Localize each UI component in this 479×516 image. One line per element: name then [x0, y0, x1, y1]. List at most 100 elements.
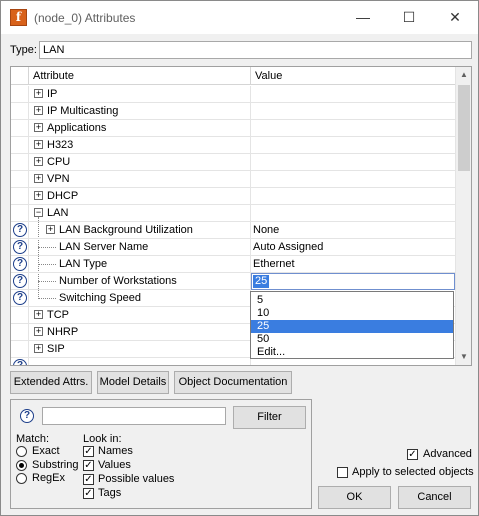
attribute-row-vpn[interactable]: + VPN [11, 171, 455, 188]
expand-icon[interactable]: + [34, 106, 43, 115]
search-panel: ? Filter Match: Exact Substring RegEx Lo… [10, 399, 312, 509]
tree-connector [38, 281, 56, 282]
attribute-row-partial: ? [11, 358, 455, 365]
editor-value: 25 [253, 275, 270, 288]
help-icon[interactable]: ? [13, 240, 27, 254]
dropdown-option-edit[interactable]: Edit... [251, 346, 453, 359]
attribute-value[interactable]: Auto Assigned [251, 239, 455, 255]
header-attribute[interactable]: Attribute [29, 67, 251, 85]
attribute-row-cpu[interactable]: + CPU [11, 154, 455, 171]
attribute-row-applications[interactable]: + Applications [11, 120, 455, 137]
attribute-row-dhcp[interactable]: + DHCP [11, 188, 455, 205]
dropdown-option-50[interactable]: 50 [251, 333, 453, 346]
attribute-label: NHRP [47, 326, 79, 338]
scroll-up-icon[interactable]: ▲ [456, 67, 471, 83]
tags-checkbox[interactable]: ✓ [83, 488, 94, 499]
help-icon[interactable]: ? [13, 274, 27, 288]
apply-selected-label: Apply to selected objects [352, 466, 474, 478]
header-gutter [11, 67, 29, 85]
attribute-row-lan-type[interactable]: ? LAN Type Ethernet [11, 256, 455, 273]
names-label: Names [98, 445, 133, 457]
values-checkbox[interactable]: ✓ [83, 460, 94, 471]
match-substring-label: Substring [32, 459, 79, 471]
attribute-label: LAN Server Name [59, 241, 149, 253]
dropdown-option-25[interactable]: 25 [251, 320, 453, 333]
app-logo-icon: f [10, 9, 27, 26]
scroll-down-icon[interactable]: ▼ [456, 349, 471, 365]
help-icon[interactable]: ? [13, 291, 27, 305]
dropdown-option-5[interactable]: 5 [251, 294, 453, 307]
help-icon[interactable]: ? [20, 409, 34, 423]
type-label: Type: [10, 44, 37, 56]
attributes-dialog: f (node_0) Attributes — ☐ ✕ Type: LAN At… [0, 0, 479, 516]
names-checkbox[interactable]: ✓ [83, 446, 94, 457]
advanced-label: Advanced [423, 448, 472, 460]
model-details-button[interactable]: Model Details [97, 371, 169, 394]
help-icon[interactable]: ? [13, 223, 27, 237]
attribute-label: H323 [47, 139, 74, 151]
maximize-button[interactable]: ☐ [386, 1, 432, 34]
filter-button[interactable]: Filter [233, 406, 306, 429]
tree-connector [38, 264, 56, 265]
object-documentation-button[interactable]: Object Documentation [174, 371, 292, 394]
workstations-dropdown-list[interactable]: 5 10 25 50 Edit... [250, 291, 454, 359]
search-input[interactable] [42, 407, 226, 425]
expand-icon[interactable]: + [46, 225, 55, 234]
expand-icon[interactable]: + [34, 344, 43, 353]
match-regex-label: RegEx [32, 472, 66, 484]
match-label: Match: [16, 433, 50, 445]
minimize-button[interactable]: — [340, 1, 386, 34]
apply-selected-checkbox[interactable] [337, 467, 348, 478]
expand-icon[interactable]: + [34, 310, 43, 319]
workstations-value-editor[interactable]: 25 [251, 273, 455, 290]
attribute-row-ip[interactable]: + IP [11, 86, 455, 103]
attribute-label: Switching Speed [59, 292, 141, 304]
header-value[interactable]: Value [251, 67, 455, 85]
help-icon[interactable]: ? [13, 359, 27, 365]
ok-button[interactable]: OK [318, 486, 391, 509]
scroll-thumb[interactable] [458, 85, 470, 171]
attribute-row-lan-background-utilization[interactable]: ? + LAN Background Utilization None [11, 222, 455, 239]
attribute-value[interactable]: Ethernet [251, 256, 455, 272]
possible-values-checkbox[interactable]: ✓ [83, 474, 94, 485]
expand-icon[interactable]: + [34, 191, 43, 200]
match-substring-radio[interactable] [16, 460, 27, 471]
attribute-row-lan[interactable]: − LAN [11, 205, 455, 222]
help-icon[interactable]: ? [13, 257, 27, 271]
attribute-label: IP [47, 88, 58, 100]
close-button[interactable]: ✕ [432, 1, 478, 34]
attribute-label: TCP [47, 309, 69, 321]
expand-icon[interactable]: + [34, 174, 43, 183]
type-field[interactable]: LAN [39, 41, 472, 59]
attribute-label: Number of Workstations [59, 275, 177, 287]
match-regex-radio[interactable] [16, 473, 27, 484]
dropdown-option-10[interactable]: 10 [251, 307, 453, 320]
attribute-label: LAN [47, 207, 69, 219]
tree-connector [38, 247, 56, 248]
advanced-checkbox[interactable]: ✓ [407, 449, 418, 460]
extended-attrs-button[interactable]: Extended Attrs. [10, 371, 92, 394]
expand-icon[interactable]: + [34, 123, 43, 132]
attribute-row-h323[interactable]: + H323 [11, 137, 455, 154]
title-bar[interactable]: f (node_0) Attributes — ☐ ✕ [1, 1, 478, 34]
collapse-icon[interactable]: − [34, 208, 43, 217]
attribute-row-ip-multicasting[interactable]: + IP Multicasting [11, 103, 455, 120]
attribute-value[interactable]: None [251, 222, 455, 238]
match-exact-label: Exact [32, 445, 60, 457]
cancel-button[interactable]: Cancel [398, 486, 471, 509]
values-label: Values [98, 459, 131, 471]
attribute-label: LAN Background Utilization [59, 224, 193, 236]
expand-icon[interactable]: + [34, 157, 43, 166]
attribute-label: DHCP [47, 190, 79, 202]
tags-label: Tags [98, 487, 122, 499]
expand-icon[interactable]: + [34, 89, 43, 98]
tree-connector [38, 298, 56, 299]
attribute-row-lan-server-name[interactable]: ? LAN Server Name Auto Assigned [11, 239, 455, 256]
attribute-label: CPU [47, 156, 71, 168]
match-exact-radio[interactable] [16, 446, 27, 457]
vertical-scrollbar[interactable]: ▲ ▼ [455, 67, 471, 365]
expand-icon[interactable]: + [34, 327, 43, 336]
expand-icon[interactable]: + [34, 140, 43, 149]
attribute-label: LAN Type [59, 258, 108, 270]
attribute-label: Applications [47, 122, 107, 134]
